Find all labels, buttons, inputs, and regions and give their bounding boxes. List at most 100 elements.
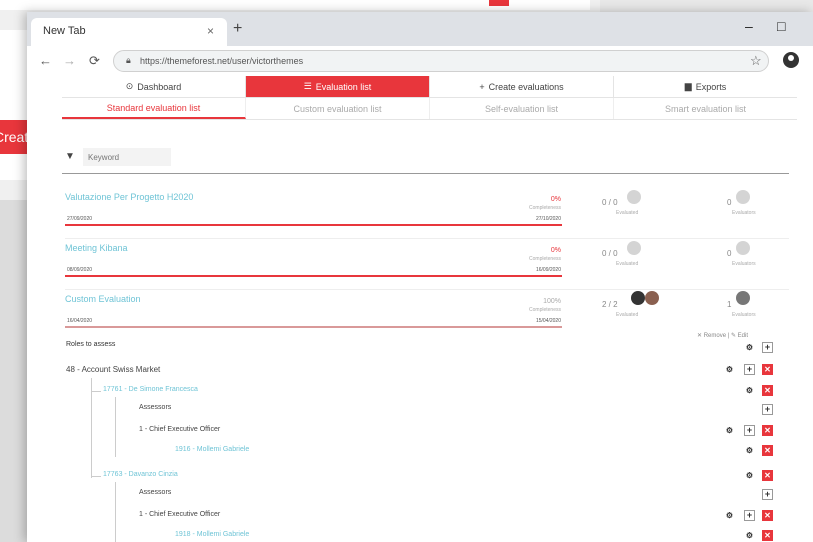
- remove-link[interactable]: Remove: [704, 333, 726, 339]
- completeness-label: Completeness: [529, 205, 561, 211]
- new-tab-button[interactable]: +: [233, 20, 242, 38]
- tab-close-icon[interactable]: ×: [207, 24, 214, 38]
- nav-evaluation-list-label: Evaluation list: [315, 81, 372, 92]
- tab-custom-evaluation-list[interactable]: Custom evaluation list: [246, 98, 430, 119]
- evaluated-count: 0 / 0: [602, 198, 618, 207]
- assessee-name[interactable]: 17761 - De Simone Francesca: [103, 386, 198, 393]
- forward-arrow-icon[interactable]: →: [63, 53, 76, 68]
- browser-tab[interactable]: New Tab ×: [31, 18, 227, 46]
- evaluation-row[interactable]: Custom Evaluation 16/04/2020 100% Comple…: [65, 291, 789, 346]
- keyword-input[interactable]: [83, 148, 171, 166]
- reload-icon[interactable]: ⟳: [89, 53, 100, 69]
- profile-avatar-icon[interactable]: [783, 52, 799, 68]
- add-button[interactable]: +: [762, 404, 773, 415]
- evaluation-percent: 0%: [550, 196, 561, 203]
- completeness-label: Completeness: [529, 256, 561, 262]
- settings-gear-icon[interactable]: ⚙: [724, 364, 735, 375]
- settings-gear-icon[interactable]: ⚙: [744, 470, 755, 481]
- filter-icon: ▼: [65, 151, 75, 162]
- main-nav: ⊙ Dashboard ☰ Evaluation list + Create e…: [62, 76, 797, 98]
- settings-gear-icon[interactable]: ⚙: [724, 510, 735, 521]
- progress-bar: [65, 224, 562, 226]
- add-button[interactable]: +: [762, 489, 773, 500]
- tree-line: [91, 476, 101, 477]
- bookmark-star-icon[interactable]: ☆: [750, 53, 762, 69]
- maximize-button[interactable]: □: [777, 18, 785, 34]
- edit-icon[interactable]: ✎: [731, 333, 736, 339]
- add-button[interactable]: +: [744, 510, 755, 521]
- tab-title: New Tab: [43, 25, 86, 37]
- person-placeholder-icon: [627, 241, 641, 255]
- keyword-filter: ▼: [65, 148, 195, 168]
- evaluation-name[interactable]: Custom Evaluation: [65, 294, 141, 304]
- evaluation-percent: 100%: [543, 298, 561, 305]
- edit-link[interactable]: Edit: [738, 333, 748, 339]
- evaluators-label: Evaluators: [732, 261, 756, 267]
- browser-window: New Tab × + – □ ← → ⟳ 🔒︎ https://themefo…: [27, 12, 813, 542]
- delete-button[interactable]: ✕: [762, 445, 773, 456]
- row-divider: [65, 289, 789, 290]
- assessor-role: 1 - Chief Executive Officer: [139, 426, 221, 433]
- minimize-button[interactable]: –: [745, 18, 753, 34]
- person-placeholder-icon: [627, 190, 641, 204]
- assessee-name[interactable]: 17763 - Davanzo Cinzia: [103, 471, 178, 478]
- remove-icon[interactable]: ✕: [697, 333, 702, 339]
- delete-button[interactable]: ✕: [762, 364, 773, 375]
- evaluators-label: Evaluators: [732, 312, 756, 318]
- evaluation-start-date: 16/04/2020: [67, 318, 93, 324]
- assessor-name[interactable]: 1918 - Mollemi Gabriele: [175, 531, 249, 538]
- background-right-strip: [600, 0, 813, 12]
- tree-line: [91, 378, 92, 478]
- address-bar[interactable]: 🔒︎ https://themeforest.net/user/victorth…: [113, 50, 769, 72]
- delete-button[interactable]: ✕: [762, 470, 773, 481]
- evaluation-start-date: 27/09/2020: [67, 216, 93, 222]
- add-button[interactable]: +: [744, 364, 755, 375]
- account-name: 48 - Account Swiss Market: [66, 365, 161, 374]
- evaluation-end-date: 15/04/2020: [535, 318, 561, 324]
- tab-standard-evaluation-list[interactable]: Standard evaluation list: [62, 98, 246, 119]
- tree-line: [115, 482, 116, 542]
- evaluated-label: Evaluated: [616, 210, 639, 216]
- completeness-label: Completeness: [529, 307, 561, 313]
- delete-button[interactable]: ✕: [762, 510, 773, 521]
- browser-toolbar: ← → ⟳ 🔒︎ https://themeforest.net/user/vi…: [27, 46, 813, 76]
- assessor-name[interactable]: 1916 - Mollemi Gabriele: [175, 446, 249, 453]
- progress-bar: [65, 326, 562, 328]
- settings-gear-icon[interactable]: ⚙: [744, 342, 755, 353]
- evaluation-row[interactable]: Meeting Kibana 08/09/2020 0% Completenes…: [65, 241, 789, 295]
- settings-gear-icon[interactable]: ⚙: [724, 425, 735, 436]
- add-button[interactable]: +: [744, 425, 755, 436]
- evaluation-end-date: 27/10/2020: [535, 216, 561, 222]
- person-avatar-icon: [736, 291, 750, 305]
- nav-dashboard[interactable]: ⊙ Dashboard: [62, 76, 246, 97]
- plus-icon: +: [479, 81, 485, 92]
- tab-self-evaluation-list[interactable]: Self-evaluation list: [430, 98, 614, 119]
- delete-button[interactable]: ✕: [762, 385, 773, 396]
- delete-button[interactable]: ✕: [762, 425, 773, 436]
- tab-smart-evaluation-list[interactable]: Smart evaluation list: [614, 98, 797, 119]
- settings-gear-icon[interactable]: ⚙: [744, 385, 755, 396]
- evaluation-row[interactable]: Valutazione Per Progetto H2020 27/09/202…: [65, 190, 789, 244]
- back-arrow-icon[interactable]: ←: [39, 53, 52, 68]
- nav-exports[interactable]: ▆ Exports: [614, 76, 797, 97]
- nav-evaluation-list[interactable]: ☰ Evaluation list: [246, 76, 430, 97]
- nav-create-evaluations[interactable]: + Create evaluations: [430, 76, 614, 97]
- divider: [62, 173, 789, 174]
- export-icon: ▆: [684, 81, 692, 91]
- settings-gear-icon[interactable]: ⚙: [744, 530, 755, 541]
- evaluated-count: 2 / 2: [602, 300, 618, 309]
- settings-gear-icon[interactable]: ⚙: [744, 445, 755, 456]
- evaluated-label: Evaluated: [616, 312, 639, 318]
- add-button[interactable]: +: [762, 342, 773, 353]
- evaluation-name[interactable]: Meeting Kibana: [65, 243, 128, 253]
- roles-title: Roles to assess: [66, 341, 116, 348]
- person-placeholder-icon: [736, 241, 750, 255]
- app-content: ⊙ Dashboard ☰ Evaluation list + Create e…: [27, 76, 813, 542]
- evaluation-name[interactable]: Valutazione Per Progetto H2020: [65, 192, 193, 202]
- url-text[interactable]: https://themeforest.net/user/victortheme…: [140, 56, 303, 66]
- delete-button[interactable]: ✕: [762, 530, 773, 541]
- assessor-role: 1 - Chief Executive Officer: [139, 511, 221, 518]
- nav-exports-label: Exports: [695, 81, 727, 92]
- dashboard-icon: ⊙: [125, 81, 134, 91]
- nav-dashboard-label: Dashboard: [137, 81, 182, 92]
